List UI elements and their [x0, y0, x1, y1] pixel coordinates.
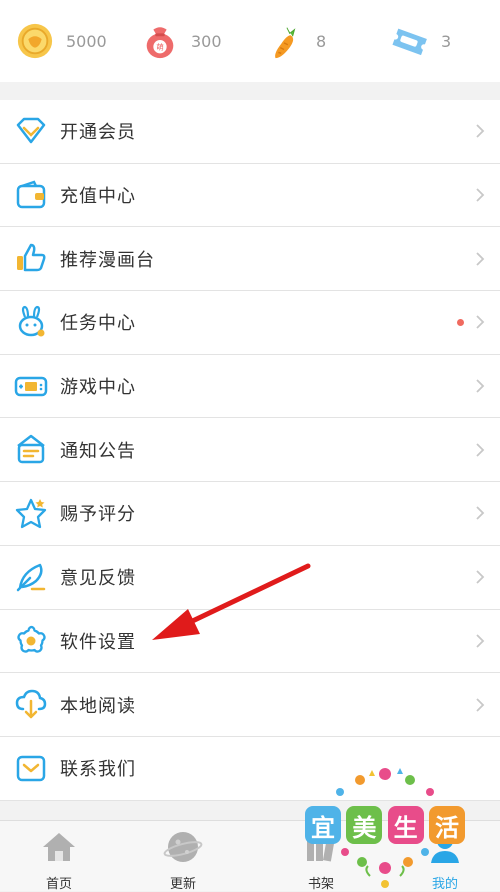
mail-icon	[16, 755, 46, 782]
cloud-download-icon	[15, 689, 47, 719]
currency-stats-bar: 5000 萌 300 8 3	[0, 0, 500, 82]
money-bag-badge: 萌	[156, 42, 164, 52]
ticket-stat[interactable]: 3	[375, 22, 500, 60]
wallet-icon	[16, 180, 46, 208]
coin-icon	[17, 23, 53, 59]
menu-label: 推荐漫画台	[60, 249, 155, 271]
watermark-char: 宜	[305, 806, 341, 844]
tab-home[interactable]: 首页	[4, 821, 114, 892]
menu-label: 游戏中心	[60, 377, 136, 399]
ticket-count: 3	[441, 31, 452, 51]
chevron-right-icon	[476, 252, 485, 266]
diamond-icon	[16, 117, 46, 144]
menu-item-games[interactable]: 游戏中心	[0, 355, 500, 419]
gear-icon	[17, 625, 46, 653]
watermark-logo: 宜 美 生 活	[300, 764, 470, 890]
menu-item-vip[interactable]: 开通会员	[0, 100, 500, 164]
chevron-right-icon	[476, 570, 485, 584]
menu-item-local-reading[interactable]: 本地阅读	[0, 673, 500, 737]
watermark-characters: 宜 美 生 活	[305, 806, 465, 846]
chevron-right-icon	[476, 188, 485, 202]
menu-label: 联系我们	[60, 759, 136, 781]
menu-item-recommend[interactable]: 推荐漫画台	[0, 227, 500, 292]
settings-menu: 开通会员 充值中心 推荐漫画台 任务中心 游戏中心 通知公告 赐予评分 意见反馈…	[0, 100, 500, 801]
tab-updates[interactable]: 更新	[128, 821, 238, 892]
menu-item-rate[interactable]: 赐予评分	[0, 482, 500, 546]
menu-label: 赐予评分	[60, 504, 136, 526]
menu-item-tasks[interactable]: 任务中心	[0, 291, 500, 355]
chevron-right-icon	[476, 634, 485, 648]
carrot-stat[interactable]: 8	[250, 22, 375, 60]
tab-label: 首页	[45, 877, 72, 892]
money-bag-stat[interactable]: 萌 300	[125, 22, 250, 60]
coin-count: 5000	[66, 31, 107, 51]
menu-label: 通知公告	[60, 440, 136, 462]
menu-label: 本地阅读	[60, 695, 136, 717]
menu-item-settings[interactable]: 软件设置	[0, 610, 500, 674]
menu-label: 充值中心	[60, 186, 136, 208]
chevron-right-icon	[476, 443, 485, 457]
chevron-right-icon	[476, 506, 485, 521]
money-bag-icon: 萌	[146, 27, 174, 59]
coin-stat[interactable]: 5000	[0, 22, 125, 60]
chevron-right-icon	[476, 315, 485, 330]
watermark-char: 美	[346, 806, 383, 844]
thumbs-up-icon	[17, 244, 46, 272]
rabbit-icon	[18, 305, 45, 337]
carrot-icon	[275, 27, 296, 59]
money-bag-count: 300	[191, 31, 222, 51]
notification-dot	[457, 318, 464, 326]
menu-label: 软件设置	[60, 631, 136, 653]
chevron-right-icon	[476, 124, 485, 138]
menu-item-notices[interactable]: 通知公告	[0, 418, 500, 483]
menu-item-feedback[interactable]: 意见反馈	[0, 546, 500, 610]
notice-icon	[17, 435, 45, 464]
menu-label: 意见反馈	[60, 568, 136, 590]
planet-icon	[163, 832, 203, 862]
feather-icon	[16, 563, 46, 592]
watermark-char: 活	[428, 806, 465, 844]
star-icon	[15, 498, 47, 529]
chevron-right-icon	[476, 379, 485, 393]
carrot-count: 8	[316, 31, 327, 51]
tab-label: 更新	[169, 877, 196, 892]
ticket-icon	[392, 28, 427, 56]
watermark-char: 生	[387, 806, 424, 844]
menu-item-recharge[interactable]: 充值中心	[0, 164, 500, 228]
menu-label: 任务中心	[60, 313, 136, 335]
home-icon	[43, 833, 75, 861]
gamepad-icon	[14, 376, 48, 396]
chevron-right-icon	[476, 697, 485, 712]
menu-label: 开通会员	[60, 122, 136, 144]
